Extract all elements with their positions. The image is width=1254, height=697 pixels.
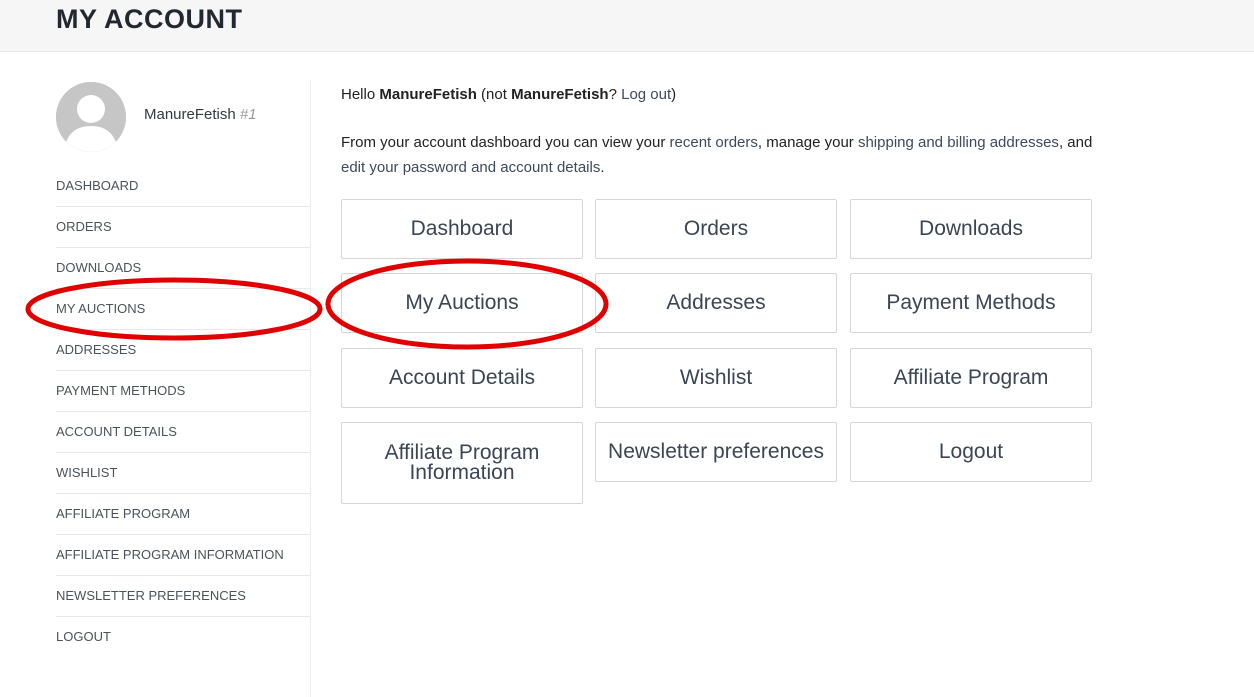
sidebar-divider	[310, 80, 311, 697]
tile-dashboard[interactable]: Dashboard	[341, 199, 583, 259]
tile-affiliate-program-information[interactable]: Affiliate Program Information	[341, 422, 583, 504]
account-sidebar: ManureFetish #1 DASHBOARD ORDERS DOWNLOA…	[56, 80, 310, 657]
user-block: ManureFetish #1	[56, 80, 310, 166]
sidebar-item-wishlist[interactable]: WISHLIST	[56, 453, 310, 494]
sidebar-item-dashboard[interactable]: DASHBOARD	[56, 166, 310, 207]
logout-link[interactable]: Log out	[621, 86, 671, 103]
user-number: #1	[239, 106, 257, 123]
user-silhouette-icon	[56, 82, 126, 152]
greeting-username: ManureFetish	[379, 86, 477, 103]
tile-account-details[interactable]: Account Details	[341, 348, 583, 408]
tile-wishlist[interactable]: Wishlist	[595, 348, 837, 408]
tile-my-auctions[interactable]: My Auctions	[341, 273, 583, 333]
greeting-username-2: ManureFetish	[511, 86, 609, 103]
sidebar-item-newsletter-preferences[interactable]: NEWSLETTER PREFERENCES	[56, 576, 310, 617]
tile-logout[interactable]: Logout	[850, 422, 1092, 482]
tile-orders[interactable]: Orders	[595, 199, 837, 259]
addresses-link[interactable]: shipping and billing addresses	[858, 134, 1059, 151]
greeting: Hello ManureFetish (not ManureFetish? Lo…	[341, 86, 677, 103]
page-header: MY ACCOUNT	[0, 0, 1254, 52]
edit-account-link[interactable]: edit your password and account details	[341, 159, 600, 176]
sidebar-item-orders[interactable]: ORDERS	[56, 207, 310, 248]
user-display: ManureFetish #1	[144, 106, 257, 123]
page-title: MY ACCOUNT	[56, 4, 243, 34]
tile-newsletter-preferences[interactable]: Newsletter preferences	[595, 422, 837, 482]
sidebar-item-my-auctions[interactable]: MY AUCTIONS	[56, 289, 310, 330]
sidebar-item-addresses[interactable]: ADDRESSES	[56, 330, 310, 371]
sidebar-item-affiliate-program-information[interactable]: AFFILIATE PROGRAM INFORMATION	[56, 535, 310, 576]
avatar	[56, 82, 126, 152]
sidebar-item-account-details[interactable]: ACCOUNT DETAILS	[56, 412, 310, 453]
sidebar-item-logout[interactable]: LOGOUT	[56, 617, 310, 657]
account-nav: DASHBOARD ORDERS DOWNLOADS MY AUCTIONS A…	[56, 166, 310, 657]
tile-addresses[interactable]: Addresses	[595, 273, 837, 333]
tile-payment-methods[interactable]: Payment Methods	[850, 273, 1092, 333]
sidebar-item-payment-methods[interactable]: PAYMENT METHODS	[56, 371, 310, 412]
recent-orders-link[interactable]: recent orders	[670, 134, 758, 151]
sidebar-item-affiliate-program[interactable]: AFFILIATE PROGRAM	[56, 494, 310, 535]
tile-downloads[interactable]: Downloads	[850, 199, 1092, 259]
tile-affiliate-program[interactable]: Affiliate Program	[850, 348, 1092, 408]
username: ManureFetish	[144, 106, 236, 123]
intro-text: From your account dashboard you can view…	[341, 134, 1093, 176]
sidebar-item-downloads[interactable]: DOWNLOADS	[56, 248, 310, 289]
